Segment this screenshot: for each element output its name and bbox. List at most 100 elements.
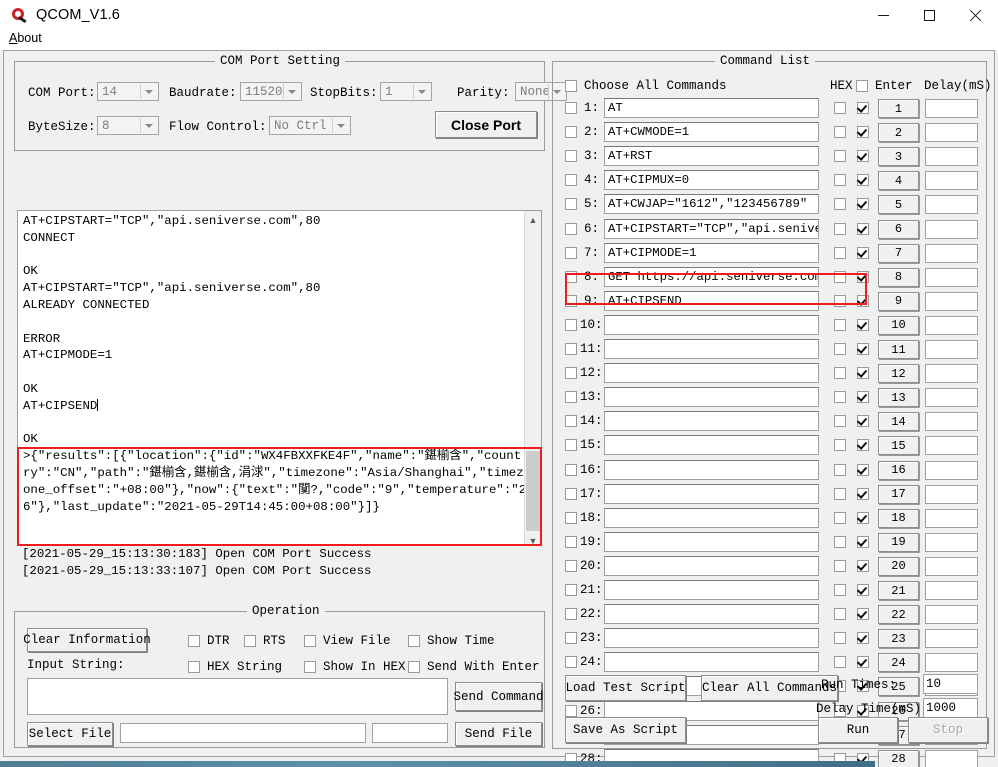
checkbox-enter-all[interactable] [856,80,868,92]
checkbox-hex-23[interactable] [834,632,846,644]
checkbox-enter-8[interactable] [857,271,869,283]
command-input-8[interactable]: GET https://api.seniverse.com/v3/weather [604,267,819,287]
checkbox-command-select-19[interactable] [565,536,577,548]
send-command-7-button[interactable]: 7 [878,244,919,263]
delay-input-15[interactable] [925,436,978,455]
send-command-2-button[interactable]: 2 [878,123,919,142]
command-input-10[interactable] [604,315,819,335]
checkbox-hex-15[interactable] [834,439,846,451]
delay-input-7[interactable] [925,244,978,263]
minimize-button[interactable] [860,0,906,30]
checkbox-enter-14[interactable] [857,415,869,427]
checkbox-enter-9[interactable] [857,295,869,307]
checkbox-enter-15[interactable] [857,439,869,451]
command-input-20[interactable] [604,556,819,576]
checkbox-hex-19[interactable] [834,536,846,548]
scrollbar-thumb[interactable] [526,451,540,531]
delay-input-8[interactable] [925,268,978,287]
delay-input-23[interactable] [925,629,978,648]
command-input-17[interactable] [604,484,819,504]
checkbox-send-with-enter[interactable] [408,661,420,673]
checkbox-command-select-8[interactable] [565,271,577,283]
checkbox-command-select-6[interactable] [565,223,577,235]
checkbox-command-select-12[interactable] [565,367,577,379]
bytesize-select[interactable]: 8 [97,116,159,135]
command-input-13[interactable] [604,387,819,407]
checkbox-enter-24[interactable] [857,656,869,668]
checkbox-view-file[interactable] [304,635,316,647]
send-command-15-button[interactable]: 15 [878,436,919,455]
checkbox-hex-5[interactable] [834,198,846,210]
send-command-11-button[interactable]: 11 [878,340,919,359]
send-command-1-button[interactable]: 1 [878,99,919,118]
command-input-16[interactable] [604,460,819,480]
send-command-9-button[interactable]: 9 [878,292,919,311]
checkbox-command-select-17[interactable] [565,488,577,500]
checkbox-enter-3[interactable] [857,150,869,162]
delay-input-13[interactable] [925,388,978,407]
command-input-6[interactable]: AT+CIPSTART="TCP","api.seniverse.com",80 [604,219,819,239]
send-command-22-button[interactable]: 22 [878,605,919,624]
checkbox-choose-all-commands[interactable] [565,80,577,92]
chevron-down-icon[interactable] [413,84,430,99]
chevron-down-icon[interactable] [283,84,300,99]
send-command-18-button[interactable]: 18 [878,509,919,528]
send-command-5-button[interactable]: 5 [878,195,919,214]
delay-input-18[interactable] [925,509,978,528]
checkbox-enter-21[interactable] [857,584,869,596]
checkbox-command-select-1[interactable] [565,102,577,114]
select-file-button[interactable]: Select File [27,722,113,746]
checkbox-hex-7[interactable] [834,247,846,259]
checkbox-hex-13[interactable] [834,391,846,403]
send-command-14-button[interactable]: 14 [878,412,919,431]
delay-input-6[interactable] [925,220,978,239]
delay-input-24[interactable] [925,653,978,672]
send-command-24-button[interactable]: 24 [878,653,919,672]
send-command-28-button[interactable]: 28 [878,750,919,767]
delay-input-11[interactable] [925,340,978,359]
checkbox-enter-4[interactable] [857,174,869,186]
send-file-button[interactable]: Send File [455,722,542,746]
delay-input-20[interactable] [925,557,978,576]
checkbox-command-select-13[interactable] [565,391,577,403]
command-input-2[interactable]: AT+CWMODE=1 [604,122,819,142]
delay-input-21[interactable] [925,581,978,600]
save-as-script-button[interactable]: Save As Script [565,717,686,743]
maximize-button[interactable] [906,0,952,30]
checkbox-hex-17[interactable] [834,488,846,500]
terminal-scrollbar[interactable]: ▲ ▼ [524,211,541,549]
send-command-17-button[interactable]: 17 [878,485,919,504]
checkbox-enter-22[interactable] [857,608,869,620]
delay-input-19[interactable] [925,533,978,552]
checkbox-enter-10[interactable] [857,319,869,331]
checkbox-hex-20[interactable] [834,560,846,572]
clear-all-commands-button[interactable]: Clear All Commands [701,675,838,701]
checkbox-enter-7[interactable] [857,247,869,259]
baudrate-select[interactable]: 115200 [240,82,302,101]
checkbox-command-select-9[interactable] [565,295,577,307]
command-input-3[interactable]: AT+RST [604,146,819,166]
checkbox-command-select-20[interactable] [565,560,577,572]
checkbox-command-select-15[interactable] [565,439,577,451]
delay-input-14[interactable] [925,412,978,431]
checkbox-command-select-5[interactable] [565,198,577,210]
send-command-19-button[interactable]: 19 [878,533,919,552]
checkbox-enter-5[interactable] [857,198,869,210]
chevron-down-icon[interactable] [140,84,157,99]
delay-time-field[interactable]: 1000 [923,698,978,718]
checkbox-command-select-16[interactable] [565,464,577,476]
file-size-field[interactable] [372,723,448,743]
checkbox-hex-1[interactable] [834,102,846,114]
command-input-9[interactable]: AT+CIPSEND [604,291,819,311]
delay-input-1[interactable] [925,99,978,118]
checkbox-hex-12[interactable] [834,367,846,379]
delay-input-2[interactable] [925,123,978,142]
checkbox-command-select-23[interactable] [565,632,577,644]
command-input-11[interactable] [604,339,819,359]
checkbox-command-select-21[interactable] [565,584,577,596]
checkbox-show-in-hex[interactable] [304,661,316,673]
command-input-22[interactable] [604,604,819,624]
stop-button[interactable]: Stop [908,717,988,743]
command-input-4[interactable]: AT+CIPMUX=0 [604,170,819,190]
send-command-3-button[interactable]: 3 [878,147,919,166]
